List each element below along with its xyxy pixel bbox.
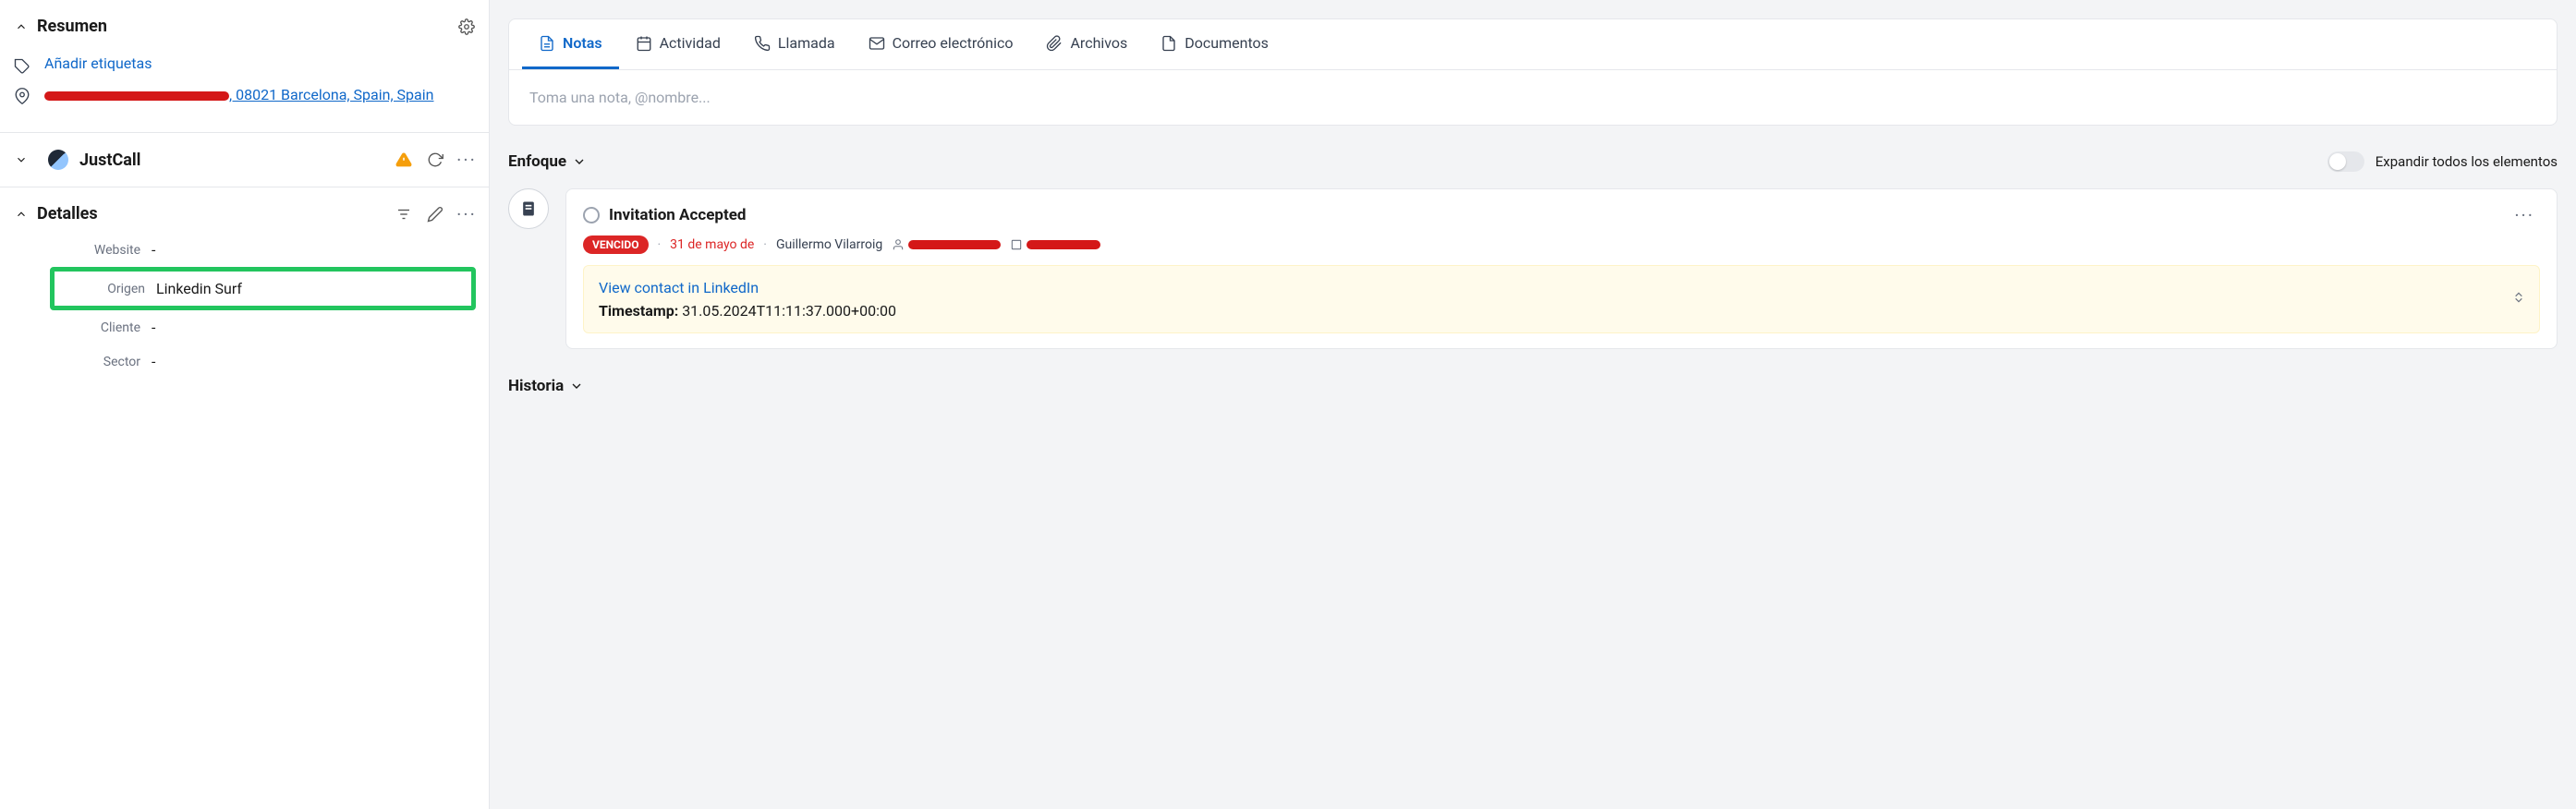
tag-icon xyxy=(13,54,31,75)
overdue-badge: VENCIDO xyxy=(583,235,649,254)
detail-row-website[interactable]: Website - xyxy=(50,233,476,267)
cliente-label: Cliente xyxy=(55,320,140,335)
detail-row-cliente[interactable]: Cliente - xyxy=(50,310,476,344)
section-details: Detalles ··· Website - Origen xyxy=(0,187,489,395)
redacted-contact xyxy=(908,240,1001,249)
chevron-up-icon xyxy=(13,206,30,223)
website-label: Website xyxy=(55,243,140,258)
timeline-item: Invitation Accepted ··· VENCIDO · 31 de … xyxy=(508,188,2558,349)
justcall-logo-icon xyxy=(48,150,68,170)
task-complete-radio[interactable] xyxy=(583,207,600,223)
task-date: 31 de mayo de xyxy=(670,237,754,252)
sector-value: - xyxy=(152,353,155,370)
more-icon[interactable]: ··· xyxy=(457,205,476,223)
chevron-down-icon xyxy=(13,151,30,168)
history-title: Historia xyxy=(508,377,564,395)
tab-documents-label: Documentos xyxy=(1185,34,1269,52)
redacted-address xyxy=(44,91,229,101)
warning-icon xyxy=(395,151,413,169)
filter-icon[interactable] xyxy=(395,205,413,223)
tabs-card: Notas Actividad Llamada Correo electróni… xyxy=(508,18,2558,126)
expand-all-toggle[interactable] xyxy=(2327,151,2364,172)
focus-title: Enfoque xyxy=(508,152,566,171)
add-tags-link[interactable]: Añadir etiquetas xyxy=(44,54,152,72)
address-link[interactable]: , 08021 Barcelona, Spain, Spain xyxy=(44,84,433,106)
timestamp-label: Timestamp: xyxy=(599,302,678,320)
origen-value: Linkedin Surf xyxy=(156,280,242,297)
tab-files[interactable]: Archivos xyxy=(1029,19,1144,69)
gear-icon[interactable] xyxy=(457,18,476,36)
tab-files-label: Archivos xyxy=(1070,34,1127,52)
linkedin-link[interactable]: View contact in LinkedIn xyxy=(599,279,2524,296)
task-more-icon[interactable]: ··· xyxy=(2509,204,2540,226)
focus-toggle[interactable]: Enfoque xyxy=(508,152,587,171)
section-justcall: JustCall ··· xyxy=(0,133,489,187)
tab-email[interactable]: Correo electrónico xyxy=(852,19,1030,69)
history-toggle[interactable]: Historia xyxy=(508,377,2558,395)
focus-header: Enfoque Expandir todos los elementos xyxy=(508,151,2558,172)
more-icon[interactable]: ··· xyxy=(457,151,476,169)
task-contact-chip[interactable] xyxy=(892,238,1001,251)
timestamp-value: 31.05.2024T11:11:37.000+00:00 xyxy=(682,302,896,320)
note-input[interactable]: Toma una nota, @nombre... xyxy=(509,70,2557,125)
redacted-org xyxy=(1027,240,1100,249)
summary-title: Resumen xyxy=(37,17,457,36)
tab-notes[interactable]: Notas xyxy=(522,19,619,69)
expand-all-label: Expandir todos los elementos xyxy=(2376,153,2558,170)
tab-email-label: Correo electrónico xyxy=(893,34,1014,52)
justcall-header[interactable]: JustCall ··· xyxy=(13,150,476,170)
task-title[interactable]: Invitation Accepted xyxy=(609,206,2499,224)
tabs: Notas Actividad Llamada Correo electróni… xyxy=(509,19,2557,70)
tab-activity[interactable]: Actividad xyxy=(619,19,737,69)
task-detail-box: View contact in LinkedIn Timestamp: 31.0… xyxy=(583,265,2540,333)
edit-icon[interactable] xyxy=(426,205,444,223)
left-panel: Resumen Añadir etiquetas xyxy=(0,0,490,809)
tab-call[interactable]: Llamada xyxy=(737,19,852,69)
detail-row-sector[interactable]: Sector - xyxy=(50,344,476,379)
detail-row-origen[interactable]: Origen Linkedin Surf xyxy=(50,267,476,310)
section-summary: Resumen Añadir etiquetas xyxy=(0,0,489,133)
tab-documents[interactable]: Documentos xyxy=(1144,19,1285,69)
task-org-chip[interactable] xyxy=(1010,238,1100,251)
origen-label: Origen xyxy=(60,282,145,296)
task-icon xyxy=(508,188,549,229)
location-icon xyxy=(13,84,31,104)
website-value: - xyxy=(152,241,155,259)
expand-icon[interactable] xyxy=(2511,290,2526,308)
address-suffix: , 08021 Barcelona, Spain, Spain xyxy=(229,86,433,103)
right-panel: Notas Actividad Llamada Correo electróni… xyxy=(490,0,2576,809)
details-title: Detalles xyxy=(37,204,395,223)
task-meta: VENCIDO · 31 de mayo de · Guillermo Vila… xyxy=(583,235,2540,254)
cliente-value: - xyxy=(152,319,155,336)
justcall-title: JustCall xyxy=(79,151,383,170)
summary-header[interactable]: Resumen xyxy=(13,17,476,36)
tab-call-label: Llamada xyxy=(778,34,835,52)
task-card: Invitation Accepted ··· VENCIDO · 31 de … xyxy=(565,188,2558,349)
sector-label: Sector xyxy=(55,355,140,369)
chevron-up-icon xyxy=(13,18,30,35)
tab-notes-label: Notas xyxy=(563,34,602,52)
details-header[interactable]: Detalles ··· xyxy=(13,204,476,223)
refresh-icon[interactable] xyxy=(426,151,444,169)
task-assignee: Guillermo Vilarroig xyxy=(776,237,882,252)
tab-activity-label: Actividad xyxy=(660,34,721,52)
